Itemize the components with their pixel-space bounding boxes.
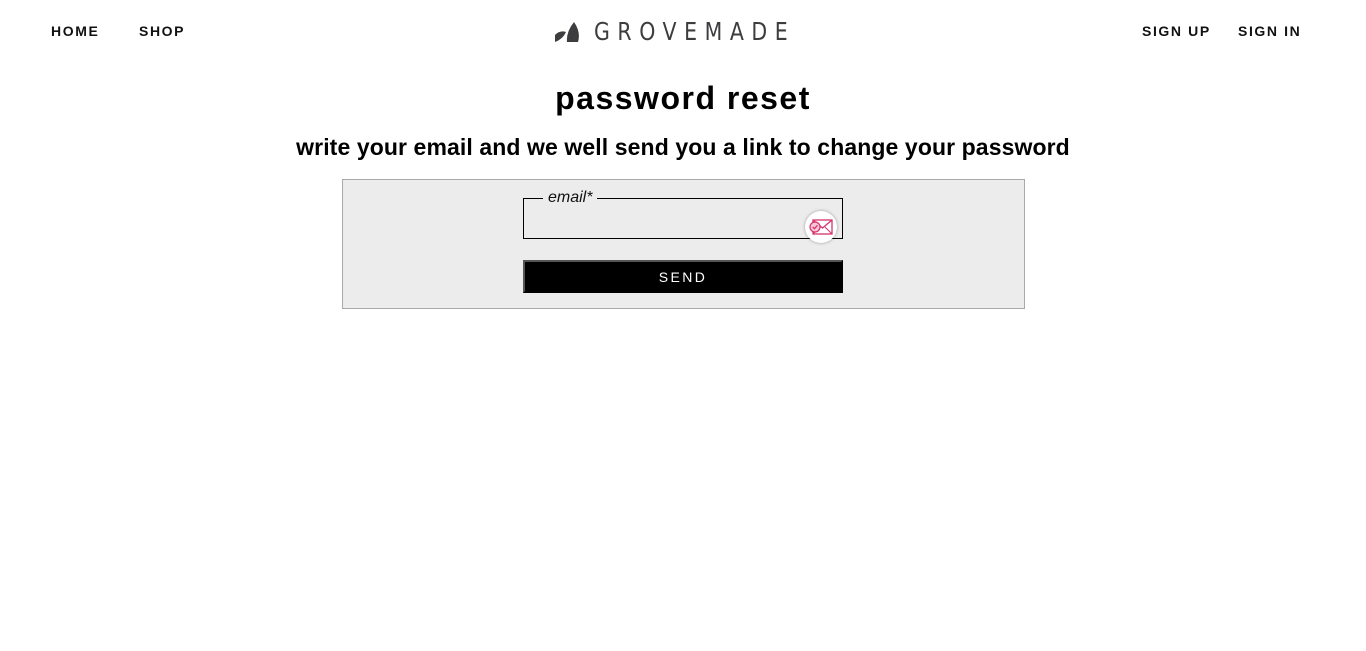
grovemade-leaf-icon xyxy=(555,22,579,42)
password-reset-form: email* SEND xyxy=(342,179,1025,309)
envelope-icon xyxy=(809,219,833,235)
mail-extension-icon[interactable] xyxy=(805,211,837,243)
email-fieldset: email* xyxy=(523,189,843,243)
page-subtitle: write your email and we well send you a … xyxy=(296,134,1070,160)
nav-home-link[interactable]: HOME xyxy=(51,23,99,39)
email-input[interactable] xyxy=(532,220,802,242)
nav-signup-link[interactable]: SIGN UP xyxy=(1142,23,1211,39)
logo-wordmark: GROVEMADE xyxy=(594,16,796,46)
send-button[interactable]: SEND xyxy=(523,260,843,293)
email-legend: email* xyxy=(548,189,593,206)
page-title: password reset xyxy=(555,80,811,116)
nav-shop-link[interactable]: SHOP xyxy=(139,23,185,39)
nav-signin-link[interactable]: SIGN IN xyxy=(1238,23,1301,39)
top-navigation: HOME SHOP GROVEMADE SIGN UP SIGN IN xyxy=(0,0,1366,62)
grovemade-logo[interactable]: GROVEMADE xyxy=(554,16,839,46)
